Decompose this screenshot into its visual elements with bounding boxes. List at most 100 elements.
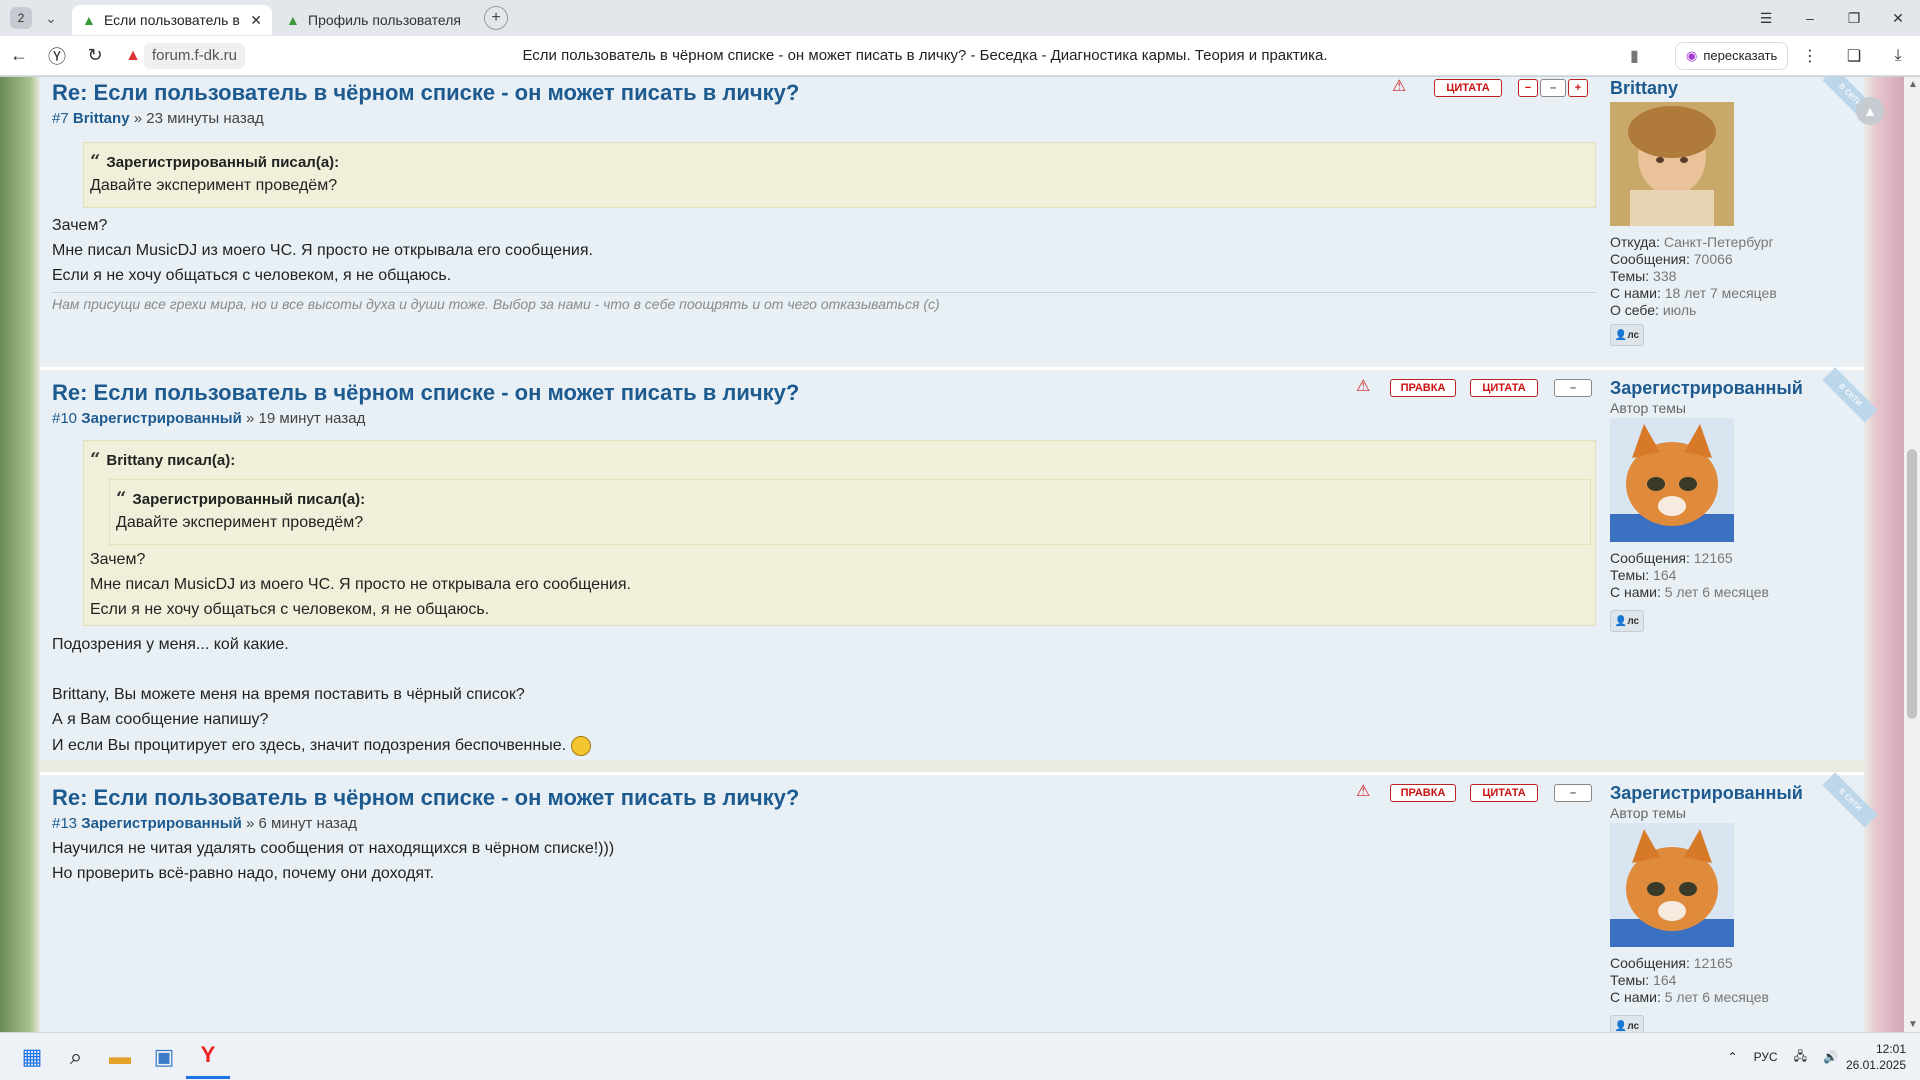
post-line: Зачем? [52, 217, 108, 234]
user-name-link[interactable]: Brittany [1610, 78, 1678, 99]
close-tab-icon[interactable]: ✕ [250, 12, 262, 29]
language-indicator[interactable]: РУС [1754, 1050, 1778, 1064]
user-avatar[interactable] [1610, 418, 1734, 542]
user-avatar[interactable] [1610, 823, 1734, 947]
quote-mark-icon: “ [90, 151, 101, 172]
clock-time: 12:01 [1875, 1042, 1906, 1056]
quote-button[interactable]: ЦИТАТА [1434, 79, 1502, 97]
windows-start-icon[interactable]: ▦ [10, 1035, 54, 1079]
forum-post: Re: Если пользователь в чёрном списке - … [40, 367, 1878, 760]
post-time: » 19 минут назад [246, 410, 366, 427]
yandex-icon[interactable]: Ⓨ [38, 37, 76, 75]
user-stat: О себе: июль [1610, 302, 1697, 318]
quote-text: Если я не хочу общаться с человеком, я н… [90, 601, 490, 618]
user-name-link[interactable]: Зарегистрированный [1610, 783, 1803, 804]
scrollbar-thumb[interactable] [1907, 449, 1917, 719]
private-message-button[interactable]: 👤 лс [1610, 324, 1644, 346]
volume-icon[interactable]: 🔊 [1823, 1050, 1838, 1064]
online-ribbon: в сети [1822, 367, 1878, 423]
smiley-icon [570, 736, 591, 756]
vote-neutral-button[interactable]: – [1554, 784, 1592, 802]
page-title[interactable]: Если пользователь в чёрном списке - он м… [300, 47, 1550, 64]
post-title[interactable]: Re: Если пользователь в чёрном списке - … [52, 80, 799, 106]
post-line: Но проверить всё-равно надо, почему они … [52, 865, 435, 882]
retell-button[interactable]: ◉ пересказать [1675, 41, 1789, 70]
address-bar: ← Ⓨ ↻ ▲ forum.f-dk.ru Если пользователь … [0, 36, 1920, 76]
post-meta: #13 Зарегистрированный » 6 минут назад [52, 815, 357, 832]
tab-active[interactable]: ▲ Если пользователь в чё ✕ [72, 5, 272, 35]
tab-title: Если пользователь в чё [104, 12, 245, 28]
quote-button[interactable]: ЦИТАТА [1470, 379, 1538, 397]
post-signature: Нам присущи все грехи мира, но и все выс… [52, 296, 940, 312]
user-avatar[interactable] [1610, 102, 1734, 226]
private-message-button[interactable]: 👤 лс [1610, 1015, 1644, 1032]
user-stat: С нами: 18 лет 7 месяцев [1610, 285, 1777, 301]
post-number-link[interactable]: #13 [52, 815, 77, 832]
minimize-icon[interactable]: – [1788, 0, 1832, 36]
control-panel-icon[interactable]: ▣ [142, 1035, 186, 1079]
report-icon[interactable]: ⚠ [1356, 376, 1370, 396]
report-icon[interactable]: ⚠ [1392, 77, 1406, 96]
post-number-link[interactable]: #10 [52, 410, 77, 427]
user-icon: 👤 [1614, 329, 1628, 341]
post-line: Мне писал MusicDJ из моего ЧС. Я просто … [52, 242, 593, 259]
new-tab-button[interactable]: + [484, 6, 508, 30]
private-message-button[interactable]: 👤 лс [1610, 610, 1644, 632]
user-role: Автор темы [1610, 400, 1686, 416]
forum-post: Re: Если пользователь в чёрном списке - … [40, 772, 1878, 1032]
post-author-link[interactable]: Зарегистрированный [81, 410, 242, 427]
forum-post: Re: Если пользователь в чёрном списке - … [40, 77, 1878, 367]
tabs-dropdown-icon[interactable]: ⌄ [38, 5, 64, 31]
network-icon[interactable]: 🖧 [1794, 1047, 1807, 1068]
vote-minus-button[interactable]: − [1518, 79, 1538, 97]
scroll-up-icon[interactable]: ▲ [1908, 79, 1918, 90]
post-title[interactable]: Re: Если пользователь в чёрном списке - … [52, 380, 799, 406]
taskbar: ▦ ⌕ ▬ ▣ Y ⌃ РУС 🖧 🔊 12:01 26.01.2025 [0, 1032, 1920, 1080]
search-icon[interactable]: ⌕ [54, 1035, 98, 1079]
post-author-link[interactable]: Зарегистрированный [81, 815, 242, 832]
tab-inactive[interactable]: ▲ Профиль пользователя В [276, 5, 476, 35]
site-favicon-icon: ▲ [82, 12, 96, 28]
quote-block: “Brittany писал(а): “Зарегистрированный … [83, 440, 1596, 626]
vote-neutral-button[interactable]: – [1554, 379, 1592, 397]
scroll-to-top-icon[interactable]: ▲ [1856, 97, 1884, 125]
edit-button[interactable]: ПРАВКА [1390, 784, 1456, 802]
security-warning-icon[interactable]: ▲ [122, 45, 144, 67]
downloads-icon[interactable]: ⤓ [1876, 37, 1920, 75]
yandex-browser-icon[interactable]: Y [186, 1035, 230, 1079]
report-icon[interactable]: ⚠ [1356, 781, 1370, 801]
collections-icon[interactable]: ❏ [1832, 37, 1876, 75]
user-stat: Сообщения: 12165 [1610, 550, 1733, 566]
bookmark-icon[interactable]: ▮ [1630, 46, 1639, 66]
post-title[interactable]: Re: Если пользователь в чёрном списке - … [52, 785, 799, 811]
post-meta: #10 Зарегистрированный » 19 минут назад [52, 410, 365, 427]
restore-icon[interactable]: ❐ [1832, 0, 1876, 36]
scroll-down-icon[interactable]: ▼ [1908, 1019, 1918, 1030]
post-author-link[interactable]: Brittany [73, 110, 130, 127]
user-name-link[interactable]: Зарегистрированный [1610, 378, 1803, 399]
post-number-link[interactable]: #7 [52, 110, 69, 127]
menu-icon[interactable]: ☰ [1744, 0, 1788, 36]
tab-title: Профиль пользователя В [308, 12, 466, 28]
more-icon[interactable]: ⋮ [1788, 37, 1832, 75]
quote-button[interactable]: ЦИТАТА [1470, 784, 1538, 802]
quote-text: Давайте эксперимент проведём? [90, 177, 338, 194]
post-line: А я Вам сообщение напишу? [52, 711, 269, 728]
tab-count-badge[interactable]: 2 [10, 7, 32, 29]
file-explorer-icon[interactable]: ▬ [98, 1035, 142, 1079]
reload-icon[interactable]: ↻ [76, 37, 114, 75]
tray-expand-icon[interactable]: ⌃ [1728, 1050, 1738, 1064]
user-stat: Темы: 164 [1610, 972, 1677, 988]
vertical-scrollbar[interactable]: ▲ ▼ [1904, 77, 1920, 1032]
back-icon[interactable]: ← [0, 37, 38, 75]
url-domain[interactable]: forum.f-dk.ru [144, 42, 246, 69]
close-window-icon[interactable]: ✕ [1876, 0, 1920, 36]
post-line: Если я не хочу общаться с человеком, я н… [52, 267, 452, 284]
clock[interactable]: 12:01 26.01.2025 [1846, 1041, 1906, 1073]
edit-button[interactable]: ПРАВКА [1390, 379, 1456, 397]
vote-neutral-button[interactable]: – [1540, 79, 1566, 97]
user-stat: Темы: 164 [1610, 567, 1677, 583]
vote-plus-button[interactable]: + [1568, 79, 1588, 97]
quote-author: “Brittany писал(а): [90, 449, 236, 470]
window-controls: ☰ – ❐ ✕ [1744, 0, 1920, 36]
